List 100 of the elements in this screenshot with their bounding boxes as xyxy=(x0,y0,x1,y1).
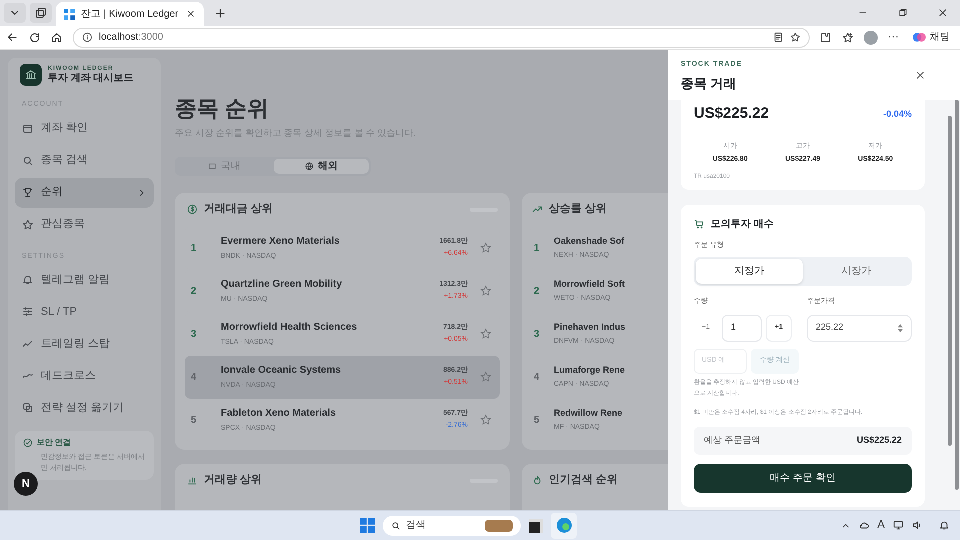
flame-icon xyxy=(532,475,543,486)
cart-icon xyxy=(694,218,705,230)
dollar-circle-icon xyxy=(187,204,198,215)
tab-favicon-icon xyxy=(64,8,75,20)
market-tab[interactable]: 해외 xyxy=(274,158,369,174)
submit-order-button[interactable]: 매수 주문 확인 xyxy=(694,464,912,492)
close-icon xyxy=(186,9,196,19)
sidebar-item[interactable]: 관심종목 xyxy=(15,210,154,240)
sidebar-item[interactable]: 전략 설정 옮기기 xyxy=(15,393,154,423)
new-tab-icon xyxy=(214,7,227,20)
sidebar-item[interactable]: 순위 xyxy=(15,178,154,208)
workspaces-button[interactable] xyxy=(30,3,52,23)
favorites-icon xyxy=(842,32,854,44)
rank-number: 1 xyxy=(191,242,198,256)
copilot-button[interactable]: 채팅 xyxy=(909,30,954,45)
copy-icon xyxy=(22,402,34,414)
stacked-squares-icon xyxy=(35,7,47,19)
sidebar-item[interactable]: 트레일링 스탑 xyxy=(15,329,154,359)
card-title: 거래대금 상위 xyxy=(204,202,274,218)
brand-title: 투자 계좌 대시보드 xyxy=(48,73,134,85)
price-field[interactable]: 225.22 xyxy=(807,314,912,342)
globe-icon xyxy=(305,162,314,170)
card-title: 거래량 상위 xyxy=(204,473,262,488)
search-icon xyxy=(22,154,34,166)
star-icon[interactable] xyxy=(480,242,492,254)
taskbar-app-icon[interactable] xyxy=(529,518,543,532)
profile-avatar[interactable] xyxy=(864,30,878,44)
sidebar-item[interactable]: 계좌 확인 xyxy=(15,114,154,144)
restore-icon xyxy=(898,8,908,18)
copilot-icon xyxy=(913,31,926,44)
trend-line-icon xyxy=(22,338,34,350)
rank-number: 2 xyxy=(191,284,198,298)
quantity-field[interactable]: 1 xyxy=(722,314,762,342)
card-icon xyxy=(22,122,34,134)
trend-up-icon xyxy=(532,204,543,215)
extensions-icon xyxy=(820,32,832,44)
edge-icon xyxy=(556,518,572,533)
search-icon xyxy=(391,520,401,530)
search-highlight-picture xyxy=(485,520,513,532)
close-icon[interactable] xyxy=(915,70,926,81)
sidebar-item[interactable]: 텔레그램 알림 xyxy=(15,265,154,295)
stock-name: Fableton Xeno Materials xyxy=(221,406,338,421)
bell-icon xyxy=(939,520,950,531)
trophy-icon xyxy=(22,186,34,198)
browser-taskbar-icon[interactable] xyxy=(551,512,577,538)
tab-list-button[interactable] xyxy=(4,3,26,23)
page-title: 종목 순위 xyxy=(175,96,270,122)
star-icon[interactable] xyxy=(480,371,492,383)
taskbar-search[interactable]: 검색 xyxy=(383,516,521,536)
close-icon xyxy=(938,8,948,18)
sidebar-item[interactable]: 종목 검색 xyxy=(15,146,154,176)
rank-number: 3 xyxy=(191,328,198,342)
rank-number: 5 xyxy=(191,414,198,428)
favorite-star-icon xyxy=(790,32,801,43)
more-menu-button[interactable]: ··· xyxy=(888,32,899,43)
dev-tools-button[interactable]: N xyxy=(14,472,38,496)
stock-name: Redwillow Rene xyxy=(554,406,624,420)
order-type-tab[interactable]: 지정가 xyxy=(696,259,803,284)
drawer-title: 종목 거래 xyxy=(681,74,738,92)
rank-number: 4 xyxy=(191,370,198,384)
address-bar[interactable]: localhost:3000 xyxy=(73,28,810,48)
url-text: localhost:3000 xyxy=(99,31,164,45)
bar-chart-icon xyxy=(187,475,198,486)
spinner-icon xyxy=(898,324,903,332)
input-method-indicator[interactable]: A xyxy=(878,517,885,534)
cloud-icon xyxy=(858,520,870,531)
rank-number: 1 xyxy=(534,242,541,256)
browser-tab[interactable]: 잔고 | Kiwoom Ledger xyxy=(56,2,204,26)
stock-name: Pinehaven Indus xyxy=(554,320,627,334)
stock-name: Oakenshade Sof xyxy=(554,234,626,248)
bank-icon xyxy=(25,69,37,81)
price-change: -0.04% xyxy=(883,108,912,120)
order-type-tab[interactable]: 시장가 xyxy=(803,259,910,284)
stock-name: Evermere Xeno Materials xyxy=(221,234,341,249)
scrollbar[interactable] xyxy=(955,100,959,490)
star-icon[interactable] xyxy=(480,414,492,426)
security-title: 보안 연결 xyxy=(37,437,72,449)
sidebar-item[interactable]: 데드크로스 xyxy=(15,361,154,391)
rank-number: 4 xyxy=(534,370,541,384)
scrollbar[interactable] xyxy=(948,116,952,446)
stock-name: Quartzline Green Mobility xyxy=(221,278,344,292)
estimate-panel: 예상 주문금액 US$225.22 xyxy=(694,426,912,454)
reader-icon xyxy=(773,32,784,43)
star-icon[interactable] xyxy=(480,285,492,297)
info-icon xyxy=(82,32,93,43)
tab-title: 잔고 | Kiwoom Ledger xyxy=(81,8,180,22)
star-icon[interactable] xyxy=(480,328,492,340)
current-price: US$225.22 xyxy=(694,104,770,124)
back-icon xyxy=(6,31,19,44)
sidebar-item[interactable]: SL / TP xyxy=(15,297,154,327)
rank-number: 5 xyxy=(534,414,541,428)
start-icon[interactable] xyxy=(360,518,375,533)
shield-check-icon xyxy=(23,438,33,448)
stock-name: Morrowfield Soft xyxy=(554,278,626,290)
card-title: 인기검색 순위 xyxy=(549,473,618,488)
rank-number: 2 xyxy=(534,284,541,298)
network-icon xyxy=(893,520,904,531)
order-title: 모의투자 매수 xyxy=(711,218,774,232)
stock-name: Ionvale Oceanic Systems xyxy=(221,364,342,378)
stock-name: Morrowfield Health Sciences xyxy=(221,320,358,335)
